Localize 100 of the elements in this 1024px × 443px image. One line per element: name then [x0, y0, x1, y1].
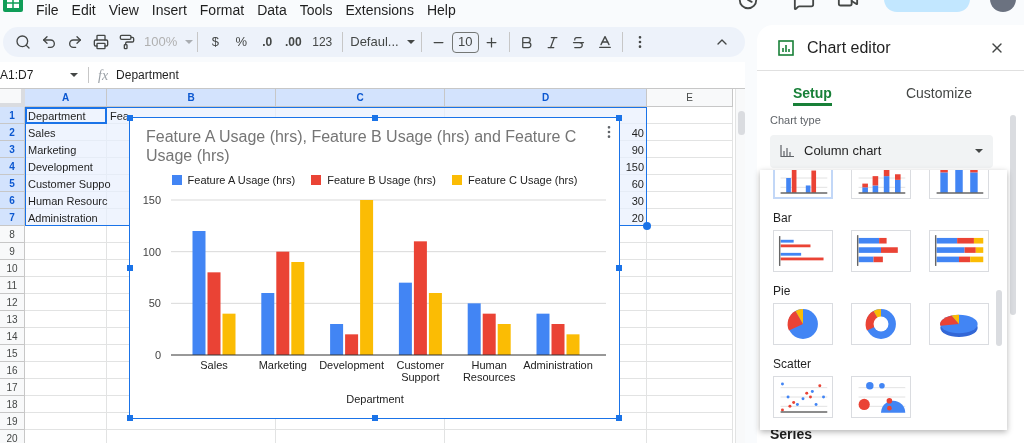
column-chart-icon — [775, 170, 831, 197]
section-label: Bar — [773, 211, 793, 225]
row-header[interactable]: 10 — [0, 260, 25, 277]
table-cell[interactable]: 90 — [631, 141, 644, 158]
resize-handle[interactable] — [127, 415, 133, 421]
active-cell[interactable] — [25, 107, 107, 124]
panel-title: Chart editor — [807, 37, 891, 58]
caret-icon — [975, 149, 983, 153]
column-header[interactable]: E — [647, 89, 733, 107]
bar — [536, 313, 550, 355]
x-axis-label: Customer Support — [396, 359, 445, 383]
table-cell[interactable]: Sales — [28, 124, 56, 141]
chart-type-option[interactable] — [773, 376, 833, 418]
row-header[interactable]: 17 — [0, 379, 25, 396]
chart-type-option[interactable] — [929, 303, 989, 345]
table-cell[interactable]: 40 — [631, 124, 644, 141]
resize-handle[interactable] — [127, 115, 133, 121]
font-size-field[interactable]: 10 — [451, 31, 479, 53]
currency-format-button[interactable]: $ — [202, 32, 229, 52]
tab[interactable]: Setup — [793, 82, 832, 106]
menu-item[interactable]: Tools — [299, 1, 333, 19]
legend-label: Feature C Usage (hrs) — [468, 172, 578, 188]
chart-type-option[interactable] — [773, 303, 833, 345]
menu-item[interactable]: View — [108, 1, 139, 19]
table-cell[interactable]: Administration — [28, 209, 98, 226]
row-header[interactable]: 11 — [0, 277, 25, 294]
chart-type-option[interactable] — [773, 230, 833, 272]
column-header[interactable]: B — [107, 89, 276, 107]
table-cell[interactable]: 20 — [631, 209, 644, 226]
formula-field[interactable]: Department — [116, 66, 179, 84]
table-cell[interactable]: Human Resourc — [28, 192, 108, 209]
scrollbar[interactable] — [735, 89, 745, 443]
table-cell[interactable]: 150 — [625, 158, 644, 175]
percent-format-button[interactable]: % — [228, 32, 255, 52]
menu-item[interactable]: File — [36, 1, 59, 19]
increase-decimals-button[interactable]: .00 — [280, 33, 307, 51]
tab[interactable]: Customize — [905, 82, 973, 106]
row-header[interactable]: 2 — [0, 124, 25, 141]
row-header[interactable]: 5 — [0, 175, 25, 192]
number-format-button[interactable]: 123 — [306, 33, 339, 51]
row-header[interactable]: 6 — [0, 192, 25, 209]
menu-item[interactable]: Data — [257, 1, 287, 19]
font-dropdown[interactable]: Defaul... — [350, 32, 415, 52]
decrease-decimals-button[interactable]: .0 — [254, 33, 281, 51]
row-header[interactable]: 15 — [0, 345, 25, 362]
row-header[interactable]: 16 — [0, 362, 25, 379]
bar — [497, 324, 511, 355]
y-axis-label: 50 — [148, 297, 161, 310]
resize-handle[interactable] — [371, 115, 378, 121]
bar — [482, 313, 496, 355]
menu-item[interactable]: Insert — [151, 1, 187, 19]
row-header[interactable]: 12 — [0, 294, 25, 311]
row-header[interactable]: 7 — [0, 209, 25, 226]
chart-type-option[interactable] — [851, 230, 911, 272]
table-cell[interactable]: Customer Suppo — [28, 175, 111, 192]
resize-handle[interactable] — [616, 415, 622, 421]
scrollbar-thumb[interactable] — [996, 290, 1002, 346]
table-cell[interactable]: Development — [28, 158, 93, 175]
scrollbar-thumb[interactable] — [1010, 115, 1016, 315]
fill-handle[interactable] — [643, 222, 651, 230]
resize-handle[interactable] — [616, 115, 622, 121]
y-axis-label: 150 — [142, 194, 161, 206]
table-cell[interactable]: 60 — [631, 175, 644, 192]
resize-handle[interactable] — [127, 265, 133, 271]
column-header[interactable]: D — [445, 89, 647, 107]
resize-handle[interactable] — [371, 415, 378, 421]
column-header[interactable]: C — [276, 89, 445, 107]
row-header[interactable]: 19 — [0, 413, 25, 430]
x-axis-title: Department — [346, 393, 404, 405]
menu-item[interactable]: Edit — [71, 1, 96, 19]
row-header[interactable]: 20 — [0, 430, 25, 443]
row-header[interactable]: 1 — [0, 107, 25, 124]
menu-item[interactable]: Help — [426, 1, 456, 19]
chart[interactable] — [129, 117, 620, 419]
function-label: fx — [98, 66, 109, 85]
x-axis-label: Human Resources — [462, 359, 516, 383]
menu-item[interactable]: Extensions — [345, 1, 414, 19]
x-axis-label: Administration — [523, 359, 593, 371]
chart-type-option[interactable] — [929, 230, 989, 272]
menu-item[interactable]: Format — [199, 1, 245, 19]
chart-type-dropdown[interactable]: Column chart — [770, 134, 993, 168]
table-cell[interactable]: 30 — [631, 192, 644, 209]
x-axis-label: Sales — [200, 359, 228, 371]
table-cell[interactable]: Department — [28, 107, 86, 124]
row-header[interactable]: 8 — [0, 226, 25, 243]
chart-type-option[interactable] — [851, 303, 911, 345]
row-header[interactable]: 3 — [0, 141, 25, 158]
row-header[interactable]: 4 — [0, 158, 25, 175]
scrollbar-thumb[interactable] — [738, 111, 745, 135]
chart-type-option[interactable] — [851, 376, 911, 418]
row-header[interactable]: 9 — [0, 243, 25, 260]
row-header[interactable]: 14 — [0, 328, 25, 345]
column-chart-icon — [780, 145, 794, 157]
resize-handle[interactable] — [616, 265, 622, 271]
row-header[interactable]: 18 — [0, 396, 25, 413]
table-cell[interactable]: Marketing — [28, 141, 77, 158]
column-header[interactable]: A — [25, 89, 107, 107]
x-axis-label: Development — [319, 359, 384, 371]
row-header[interactable]: 13 — [0, 311, 25, 328]
name-box[interactable]: A1:D7 — [0, 66, 70, 84]
